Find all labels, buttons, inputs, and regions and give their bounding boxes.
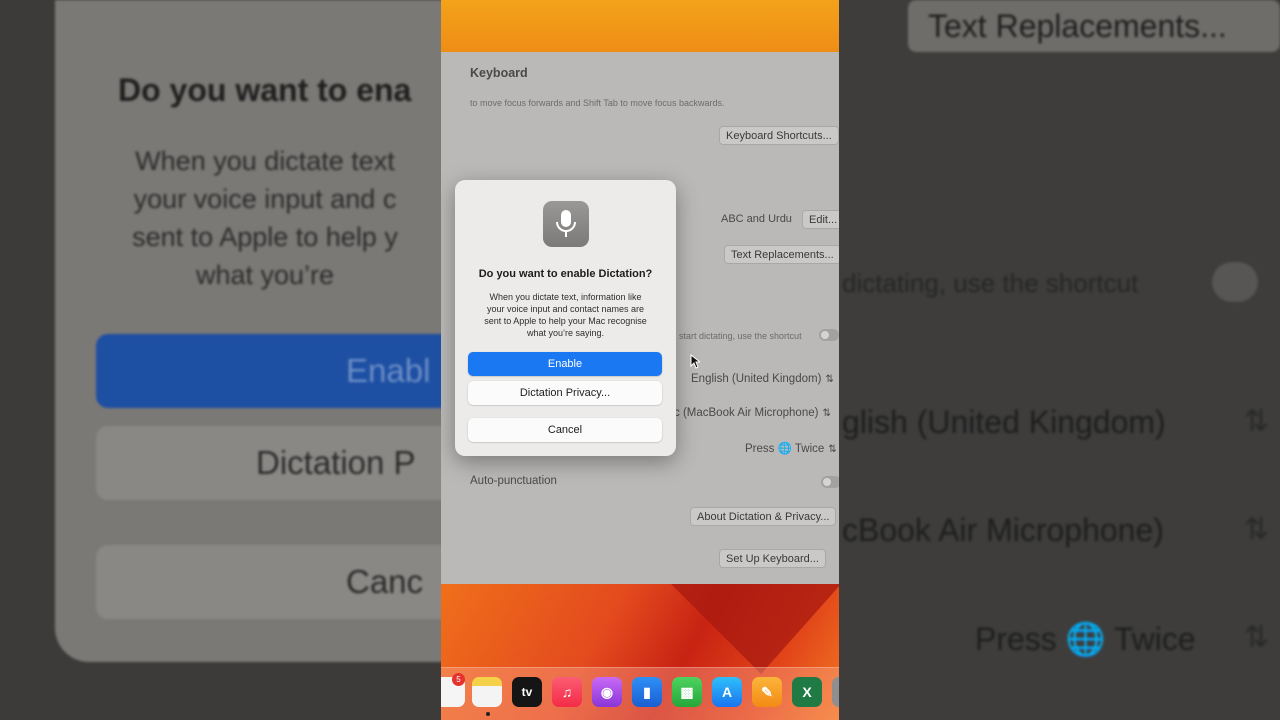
microphone-icon [556, 210, 576, 237]
dialog-message: When you dictate text, information like … [473, 291, 658, 339]
excel-icon[interactable]: X [792, 677, 822, 707]
focus-hint-text: to move focus forwards and Shift Tab to … [470, 98, 725, 108]
language-select[interactable]: English (United Kingdom) ⇅ [691, 373, 834, 385]
text-replacements-button[interactable]: Text Replacements... [724, 245, 839, 264]
music-icon[interactable]: ♫ [552, 677, 582, 707]
zoomed-chevron-icon: ⇅ [1244, 621, 1270, 654]
shortcut-hint-text: start dictating, use the shortcut [679, 331, 802, 341]
zoomed-dialog-body: When you dictate text your voice input a… [100, 142, 430, 294]
zoomed-microphone: cBook Air Microphone) [842, 512, 1164, 548]
zoomed-dialog-title: Do you want to ena [118, 72, 412, 108]
microphone-source-select[interactable]: c (MacBook Air Microphone) ⇅ [674, 407, 831, 419]
mouse-cursor-icon [690, 354, 700, 369]
notification-badge: 5 [452, 673, 465, 686]
zoomed-text-replacements: Text Replacements... [928, 8, 1227, 44]
zoomed-chevron-icon: ⇅ [1244, 513, 1270, 546]
zoomed-press-twice: Press 🌐 Twice [975, 621, 1196, 657]
notes-icon[interactable] [472, 677, 502, 707]
input-sources-value: ABC and Urdu [721, 213, 792, 225]
microphone-value: c (MacBook Air Microphone) [674, 407, 819, 419]
zoomed-settings-right: Text Replacements... dictating, use the … [839, 0, 1280, 720]
keyboard-shortcuts-button[interactable]: Keyboard Shortcuts... [719, 126, 839, 145]
dialog-message-line: what you’re saying. [526, 328, 605, 338]
zoomed-language: glish (United Kingdom) [842, 404, 1166, 440]
zoomed-body-line: sent to Apple to help y [132, 222, 398, 252]
dictation-app-icon [543, 201, 589, 247]
dictation-toggle[interactable] [819, 329, 839, 341]
edit-input-sources-button[interactable]: Edit... [802, 210, 839, 229]
dialog-message-line: When you dictate text, information like [489, 292, 642, 302]
set-up-keyboard-button[interactable]: Set Up Keyboard... [719, 549, 826, 568]
zoomed-cancel-button: Canc [96, 545, 441, 619]
enable-dictation-dialog: Do you want to enable Dictation? When yo… [455, 180, 676, 456]
dock: 5 tv ♫ ◉ ▮ ▩ A ✎ X ⚙ [441, 667, 839, 720]
chevron-updown-icon: ⇅ [822, 408, 831, 419]
zoomed-privacy-button: Dictation P [96, 426, 441, 500]
wallpaper-shape [671, 584, 839, 674]
zoomed-chevron-icon: ⇅ [1244, 405, 1270, 438]
zoomed-body-line: your voice input and c [133, 184, 397, 214]
auto-punctuation-label: Auto-punctuation [470, 475, 557, 487]
chevron-updown-icon: ⇅ [828, 444, 837, 455]
about-dictation-privacy-button[interactable]: About Dictation & Privacy... [690, 507, 837, 526]
chevron-updown-icon: ⇅ [825, 374, 834, 385]
zoomed-dialog-left: Do you want to ena When you dictate text… [0, 0, 441, 720]
app-store-icon[interactable]: A [712, 677, 742, 707]
zoomed-shortcut-text: dictating, use the shortcut [842, 268, 1139, 298]
settings-header: Keyboard [470, 66, 528, 80]
podcasts-icon[interactable]: ◉ [592, 677, 622, 707]
dialog-message-line: your voice input and contact names are [486, 304, 645, 314]
dialog-message-line: sent to Apple to help your Mac recognise [484, 316, 647, 326]
zoomed-body-line: When you dictate text [135, 146, 395, 176]
dialog-title: Do you want to enable Dictation? [478, 268, 653, 280]
keynote-icon[interactable]: ▮ [632, 677, 662, 707]
apple-tv-label: tv [521, 685, 533, 699]
shortcut-select[interactable]: Press 🌐 Twice ⇅ [745, 441, 837, 455]
zoomed-enable-button: Enabl [96, 334, 441, 408]
zoomed-toggle [1212, 262, 1258, 302]
pages-icon[interactable]: ✎ [752, 677, 782, 707]
zoomed-body-line: what you’re [195, 260, 335, 290]
apple-tv-icon[interactable]: tv [512, 677, 542, 707]
enable-button[interactable]: Enable [468, 352, 662, 376]
shortcut-value: Press 🌐 Twice [745, 443, 825, 455]
mac-screen: Keyboard to move focus forwards and Shif… [441, 0, 839, 720]
cancel-button[interactable]: Cancel [468, 418, 662, 442]
settings-icon[interactable]: ⚙ [832, 677, 839, 707]
numbers-icon[interactable]: ▩ [672, 677, 702, 707]
dictation-privacy-button[interactable]: Dictation Privacy... [468, 381, 662, 405]
running-indicator [486, 712, 490, 716]
language-value: English (United Kingdom) [691, 373, 822, 385]
auto-punctuation-toggle[interactable] [821, 476, 839, 488]
